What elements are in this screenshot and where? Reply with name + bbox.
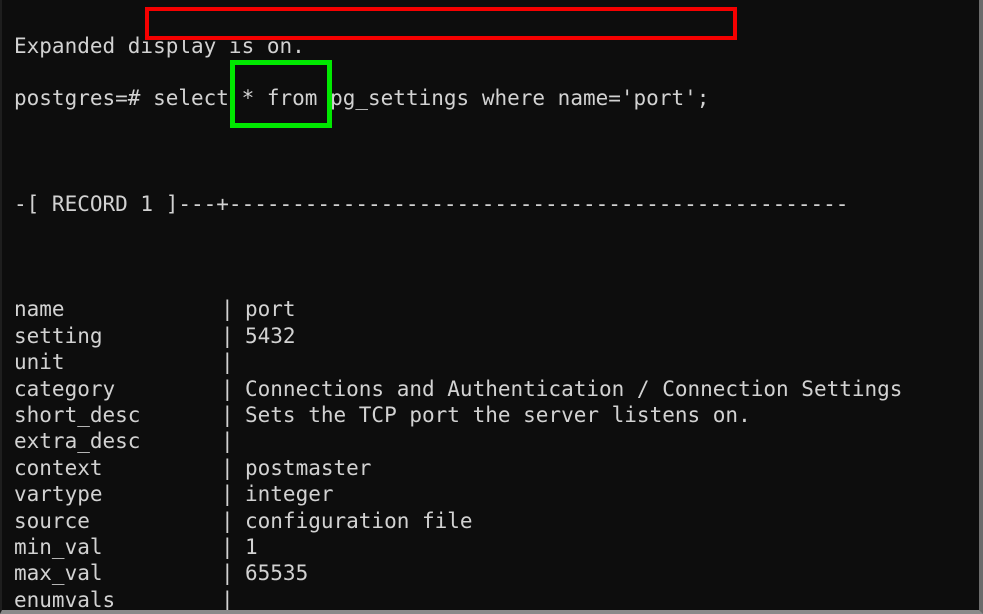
field-name: name: [14, 296, 221, 322]
field-separator: |: [221, 323, 245, 349]
field-separator: |: [221, 508, 245, 534]
field-value: postmaster: [245, 455, 371, 481]
terminal-window: Expanded display is on. postgres=# selec…: [0, 0, 983, 614]
record-field-row: extra_desc|: [2, 428, 979, 454]
field-name: vartype: [14, 481, 221, 507]
field-name: setting: [14, 323, 221, 349]
record-field-row: short_desc|Sets the TCP port the server …: [2, 402, 979, 428]
field-name: context: [14, 455, 221, 481]
field-separator: |: [221, 455, 245, 481]
shell-prompt: postgres=#: [14, 86, 140, 110]
record-separator-line: -[ RECORD 1 ]---+-----------------------…: [2, 191, 979, 217]
field-name: enumvals: [14, 587, 221, 610]
field-separator: |: [221, 587, 245, 610]
field-separator: |: [221, 534, 245, 560]
field-value: port: [245, 296, 296, 322]
record-field-row: unit|: [2, 349, 979, 375]
field-name: max_val: [14, 560, 221, 586]
field-separator: |: [221, 560, 245, 586]
record-field-row: min_val|1: [2, 534, 979, 560]
record-field-row: context|postmaster: [2, 455, 979, 481]
record-field-row: source|configuration file: [2, 508, 979, 534]
field-value: 65535: [245, 560, 308, 586]
command-line: postgres=# select * from pg_settings whe…: [2, 85, 979, 111]
record-field-row: setting|5432: [2, 323, 979, 349]
field-value: configuration file: [245, 508, 473, 534]
record-field-row: category|Connections and Authentication …: [2, 376, 979, 402]
field-name: unit: [14, 349, 221, 375]
field-separator: |: [221, 428, 245, 454]
record-field-row: vartype|integer: [2, 481, 979, 507]
session-transcript: postgres=# select * from pg_settings whe…: [2, 6, 979, 610]
field-name: source: [14, 508, 221, 534]
field-separator: |: [221, 481, 245, 507]
record-field-row: max_val|65535: [2, 560, 979, 586]
field-separator: |: [221, 402, 245, 428]
sql-command-text: select * from pg_settings where name='po…: [153, 86, 709, 110]
field-separator: |: [221, 296, 245, 322]
field-value: Connections and Authentication / Connect…: [245, 376, 902, 402]
record-field-list: name|portsetting|5432unit|category|Conne…: [2, 296, 979, 610]
field-name: min_val: [14, 534, 221, 560]
record-field-row: name|port: [2, 296, 979, 322]
field-separator: |: [221, 376, 245, 402]
field-name: short_desc: [14, 402, 221, 428]
field-value: 1: [245, 534, 258, 560]
field-separator: |: [221, 349, 245, 375]
field-value: 5432: [245, 323, 296, 349]
field-name: category: [14, 376, 221, 402]
field-name: extra_desc: [14, 428, 221, 454]
field-value: integer: [245, 481, 334, 507]
record-field-row: enumvals|: [2, 587, 979, 610]
field-value: Sets the TCP port the server listens on.: [245, 402, 751, 428]
terminal-output-area[interactable]: Expanded display is on. postgres=# selec…: [2, 0, 979, 610]
